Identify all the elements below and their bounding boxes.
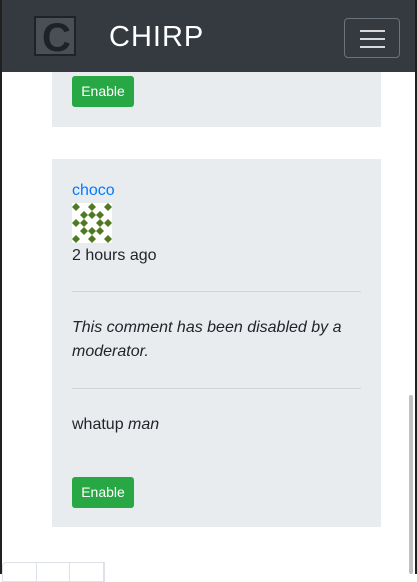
comment-text: whatup xyxy=(72,416,129,433)
enable-button[interactable]: Enable xyxy=(72,477,134,508)
pagination-item[interactable] xyxy=(70,563,105,581)
logo-letter: C xyxy=(42,16,71,60)
comment-timestamp: 2 hours ago xyxy=(72,247,157,264)
pagination xyxy=(2,562,105,582)
comment-author-link[interactable]: choco xyxy=(72,182,115,200)
top-navbar: C CHIRP xyxy=(0,0,417,72)
disabled-comment-notice: This comment has been disabled by a mode… xyxy=(72,319,342,360)
comment-body: whatup man xyxy=(72,415,159,435)
brand-logo[interactable]: C xyxy=(34,16,76,60)
hamburger-menu-icon xyxy=(360,46,385,48)
divider xyxy=(72,291,361,292)
enable-button[interactable]: Enable xyxy=(72,76,134,107)
divider xyxy=(72,388,361,389)
avatar xyxy=(72,203,112,243)
hamburger-menu-icon xyxy=(360,30,385,32)
brand-name[interactable]: CHIRP xyxy=(109,20,204,54)
comment-emphasis: man xyxy=(128,416,160,433)
hamburger-menu-icon xyxy=(360,38,385,40)
pagination-item[interactable] xyxy=(37,563,71,581)
scrollbar[interactable] xyxy=(409,395,413,574)
navbar-toggler-button[interactable] xyxy=(344,18,400,58)
pagination-item[interactable] xyxy=(3,563,37,581)
comment-card: choco 2 hours ago This comment has been … xyxy=(52,159,381,527)
